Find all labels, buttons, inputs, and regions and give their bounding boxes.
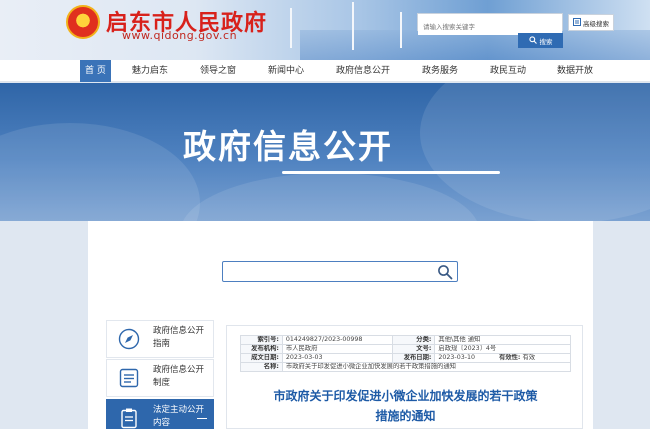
banner-underline: [282, 171, 500, 174]
document-card: 索引号: 014249827/2023-00998 分类: 其他\其他 通知 发…: [226, 325, 583, 429]
site-header: ★ 启东市人民政府 www.qidong.gov.cn 高级搜索 搜索: [0, 0, 650, 60]
search-icon: [528, 35, 537, 46]
nav-item-news[interactable]: 新闻中心: [268, 60, 304, 82]
meta-value: 2023-03-10 有效性: 有效: [434, 353, 571, 363]
main-nav: 首 页 魅力启东 领导之窗 新闻中心 政府信息公开 政务服务 政民互动 数据开放: [0, 60, 650, 82]
advanced-search-icon: [573, 17, 581, 28]
wind-turbine-graphic: [352, 2, 354, 50]
search-button-label: 搜索: [539, 37, 553, 46]
meta-value: 其他\其他 通知: [434, 335, 571, 345]
meta-value: 市政府关于印发促进小微企业加快发展的若干政策措施的通知: [281, 362, 572, 372]
national-emblem-icon[interactable]: ★: [66, 5, 100, 39]
nav-item-interaction[interactable]: 政民互动: [490, 60, 526, 82]
meta-value: 启政规〔2023〕4号: [434, 344, 571, 354]
sidebar-item-label: 政府信息公开指南: [153, 326, 205, 349]
sidebar-item-guide[interactable]: 政府信息公开指南: [106, 320, 214, 358]
meta-key: 分类:: [391, 335, 436, 345]
banner-decoration: [0, 123, 200, 221]
meta-key: 文号:: [391, 344, 436, 354]
wind-turbine-graphic: [400, 12, 402, 48]
sidebar-item-label: 法定主动公开内容: [153, 405, 205, 428]
list-document-icon: [119, 368, 139, 388]
header-search-field[interactable]: [417, 13, 563, 35]
meta-key: 发布机构:: [240, 344, 283, 354]
meta-key-published: 发布日期:: [403, 354, 432, 362]
meta-key: 名称:: [240, 362, 283, 372]
meta-key: 索引号:: [240, 335, 283, 345]
compass-icon: [118, 328, 140, 350]
meta-key: 发布日期:: [391, 353, 436, 363]
sidebar-item-system[interactable]: 政府信息公开制度: [106, 359, 214, 397]
nav-item-home[interactable]: 首 页: [80, 60, 111, 82]
document-title-line: 措施的通知: [375, 409, 436, 423]
sidebar-item-statutory[interactable]: 法定主动公开内容: [106, 399, 214, 429]
meta-value: 014249827/2023-00998: [281, 335, 393, 345]
collapse-icon[interactable]: [197, 418, 207, 419]
banner-decoration: [180, 173, 480, 221]
nav-item-charm-qidong[interactable]: 魅力启东: [132, 60, 168, 82]
meta-value: 2023-03-03: [281, 353, 393, 363]
search-icon[interactable]: [437, 264, 453, 280]
search-button[interactable]: 搜索: [518, 33, 563, 48]
meta-value-validity: 有效: [522, 354, 536, 362]
info-search-field[interactable]: [222, 261, 458, 282]
clipboard-icon: [121, 408, 137, 429]
meta-value-published: 2023-03-10: [438, 354, 476, 362]
wind-turbine-graphic: [290, 8, 292, 48]
advanced-search-label: 高级搜索: [583, 19, 609, 28]
banner-title: 政府信息公开: [183, 127, 393, 166]
nav-item-open-data[interactable]: 数据开放: [557, 60, 593, 82]
meta-key: 成文日期:: [240, 353, 283, 363]
nav-item-gov-services[interactable]: 政务服务: [422, 60, 458, 82]
meta-value: 市人民政府: [281, 344, 393, 354]
document-title-line: 市政府关于印发促进小微企业加快发展的若干政策: [273, 389, 538, 403]
nav-item-info-disclosure[interactable]: 政府信息公开: [336, 60, 390, 82]
meta-key-validity: 有效性:: [499, 354, 521, 362]
advanced-search-button[interactable]: 高级搜索: [568, 14, 614, 31]
banner: 政府信息公开: [0, 83, 650, 221]
nav-item-leaders[interactable]: 领导之窗: [200, 60, 236, 82]
sidebar-item-label: 政府信息公开制度: [153, 365, 205, 388]
document-meta-table: 索引号: 014249827/2023-00998 分类: 其他\其他 通知 发…: [240, 335, 572, 372]
site-url: www.qidong.gov.cn: [122, 29, 238, 42]
document-title: 市政府关于印发促进小微企业加快发展的若干政策 措施的通知: [227, 386, 584, 426]
